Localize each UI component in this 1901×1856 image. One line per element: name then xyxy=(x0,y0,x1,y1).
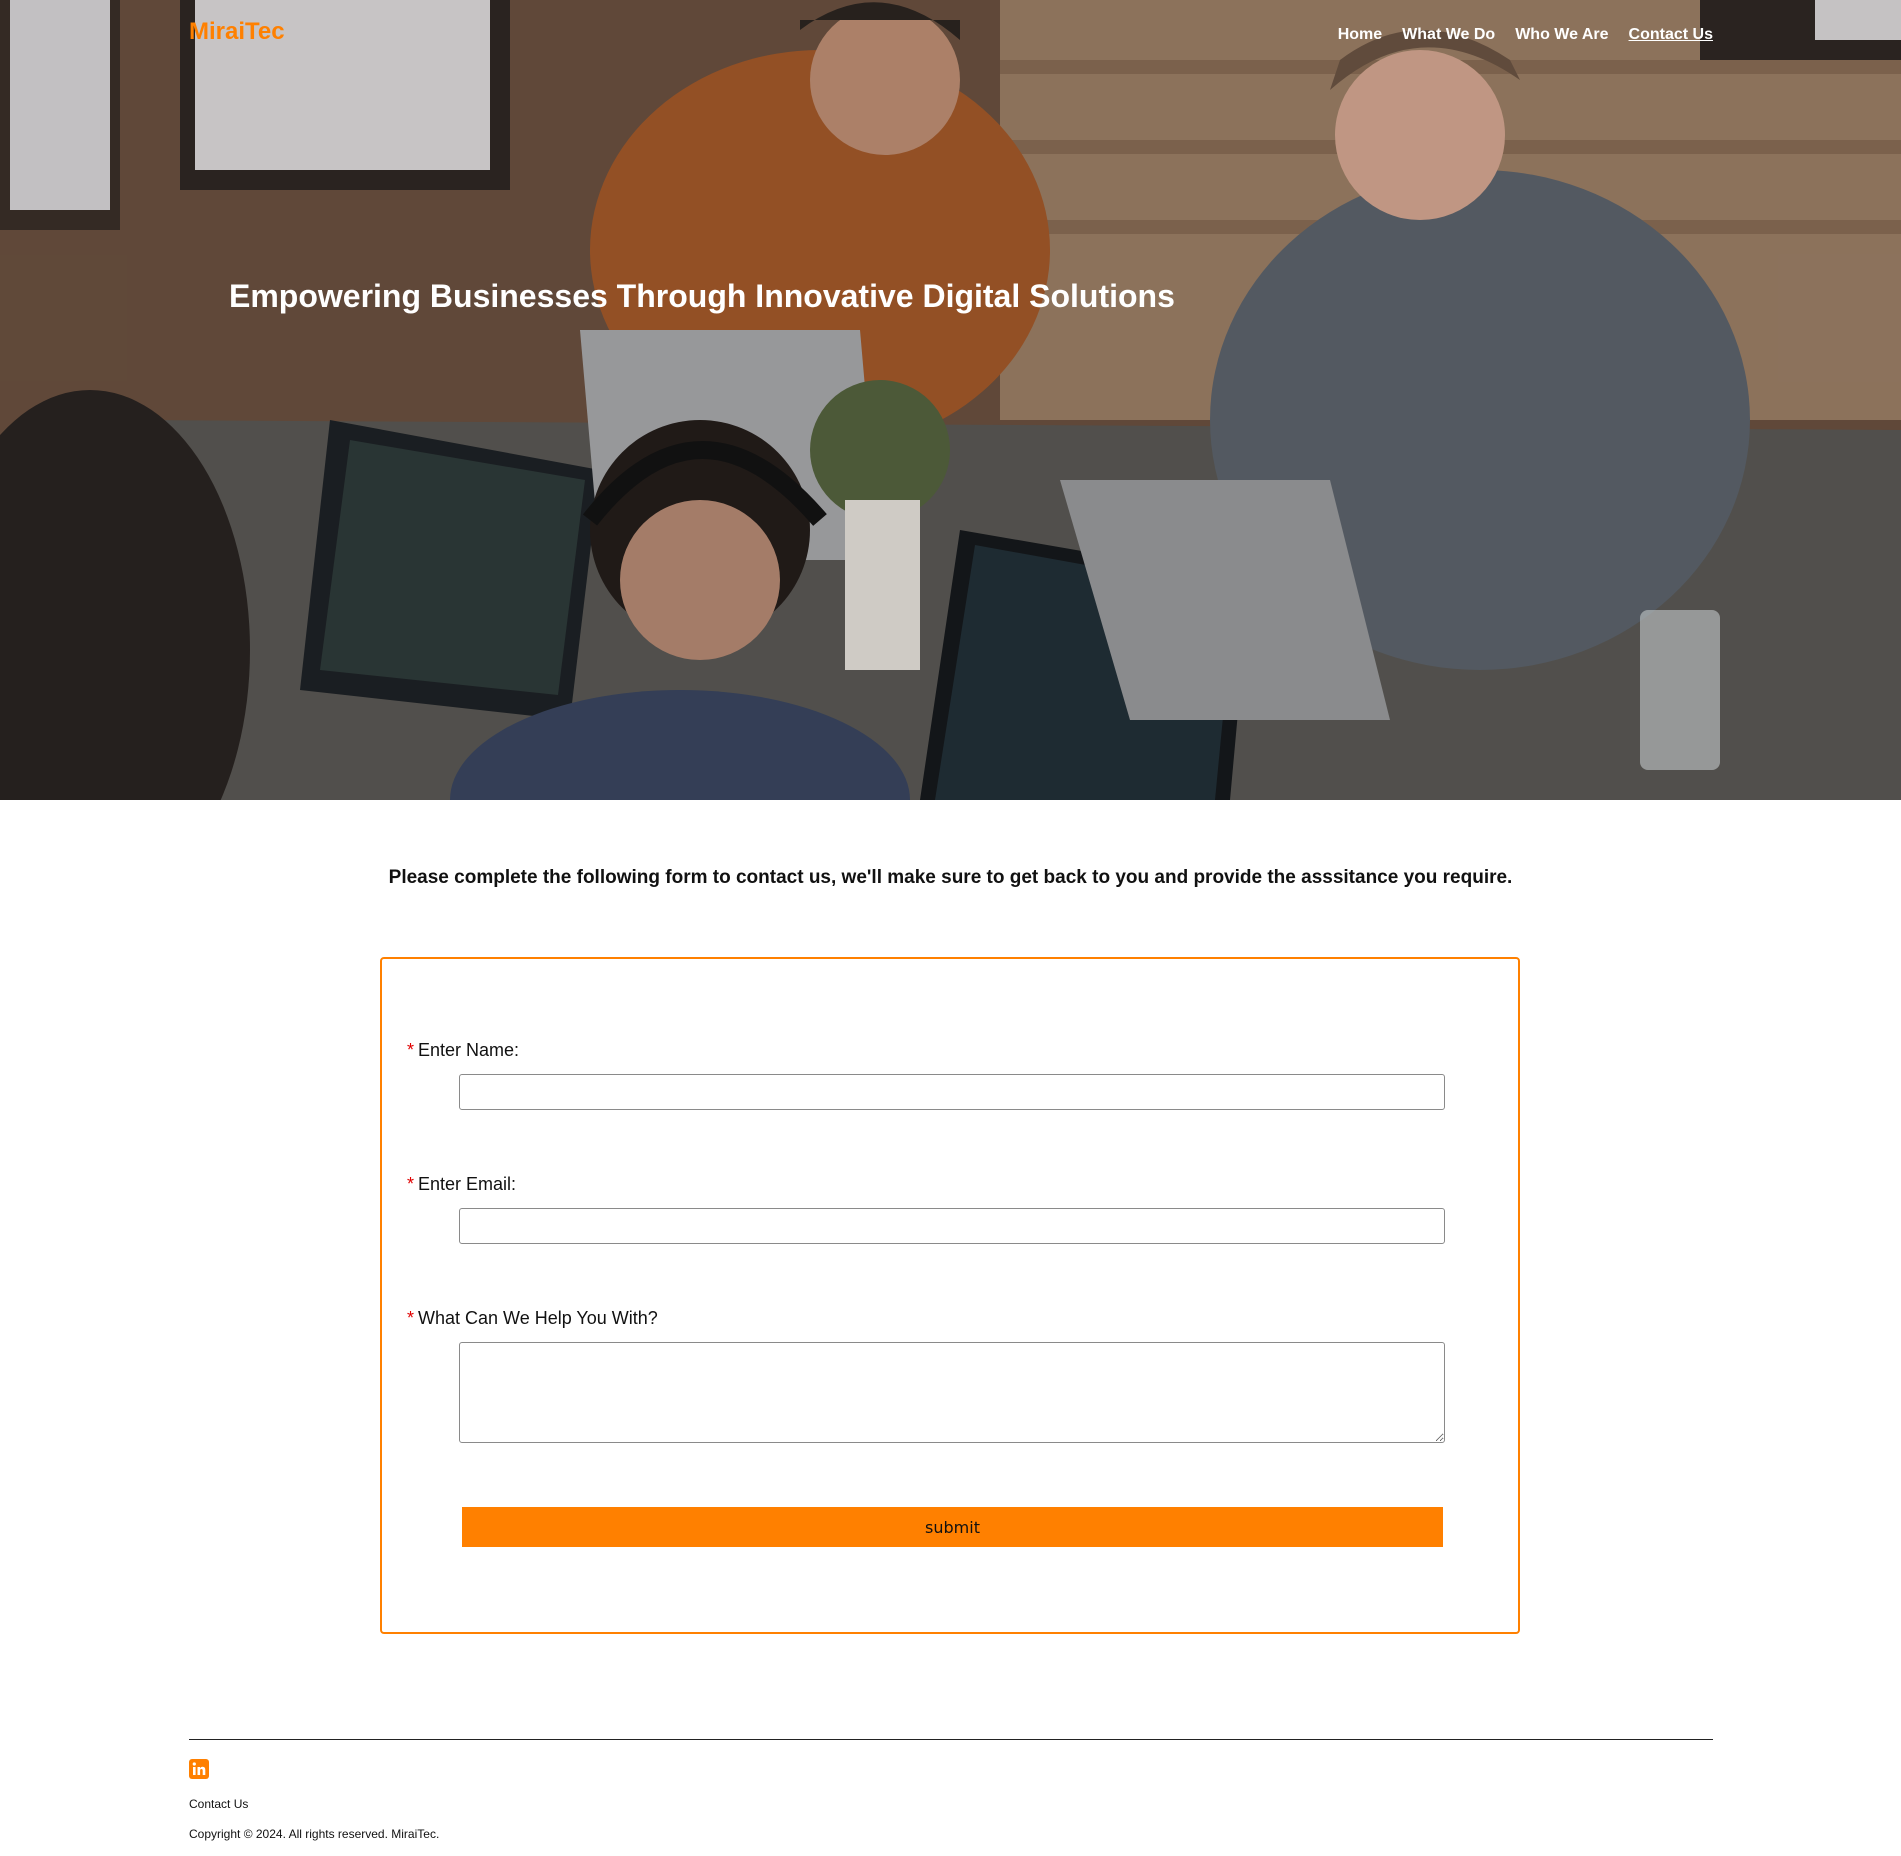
name-input[interactable] xyxy=(459,1074,1445,1110)
copyright-text: Copyright © 2024. All rights reserved. M… xyxy=(189,1827,440,1841)
name-label: * Enter Name: xyxy=(407,1040,519,1061)
hero-title: Empowering Businesses Through Innovative… xyxy=(229,278,1175,314)
contact-form: * Enter Name: * Enter Email: * What Can We … xyxy=(380,957,1520,1634)
name-label-text: Enter Name: xyxy=(418,1040,520,1060)
footer-contact-link[interactable]: Contact Us xyxy=(189,1797,248,1811)
linkedin-icon[interactable] xyxy=(189,1759,209,1779)
nav-home-link[interactable]: Home xyxy=(1338,26,1382,44)
hero-section: MiraiTec Home What We Do Who We Are Cont… xyxy=(0,0,1901,800)
email-label: * Enter Email: xyxy=(407,1174,516,1195)
email-label-text: Enter Email: xyxy=(418,1174,517,1194)
nav-who-we-are-link[interactable]: Who We Are xyxy=(1515,26,1608,44)
required-marker: * xyxy=(407,1174,415,1194)
nav-contact-us-link[interactable]: Contact Us xyxy=(1629,26,1713,44)
intro-text: Please complete the following form to co… xyxy=(388,867,1513,888)
main-nav: Home What We Do Who We Are Contact Us xyxy=(1338,26,1713,44)
required-marker: * xyxy=(407,1040,415,1060)
brand-logo-link[interactable]: MiraiTec xyxy=(189,18,285,46)
hero-overlay xyxy=(0,0,1901,800)
linkedin-glyph xyxy=(192,1762,206,1775)
email-input[interactable] xyxy=(459,1208,1445,1244)
message-textarea[interactable] xyxy=(459,1342,1445,1443)
message-label: * What Can We Help You With? xyxy=(407,1308,658,1329)
footer-divider xyxy=(189,1739,1713,1740)
required-marker: * xyxy=(407,1308,415,1328)
nav-what-we-do-link[interactable]: What We Do xyxy=(1402,26,1495,44)
submit-button[interactable]: submit xyxy=(462,1507,1443,1547)
message-label-text: What Can We Help You With? xyxy=(418,1308,658,1328)
